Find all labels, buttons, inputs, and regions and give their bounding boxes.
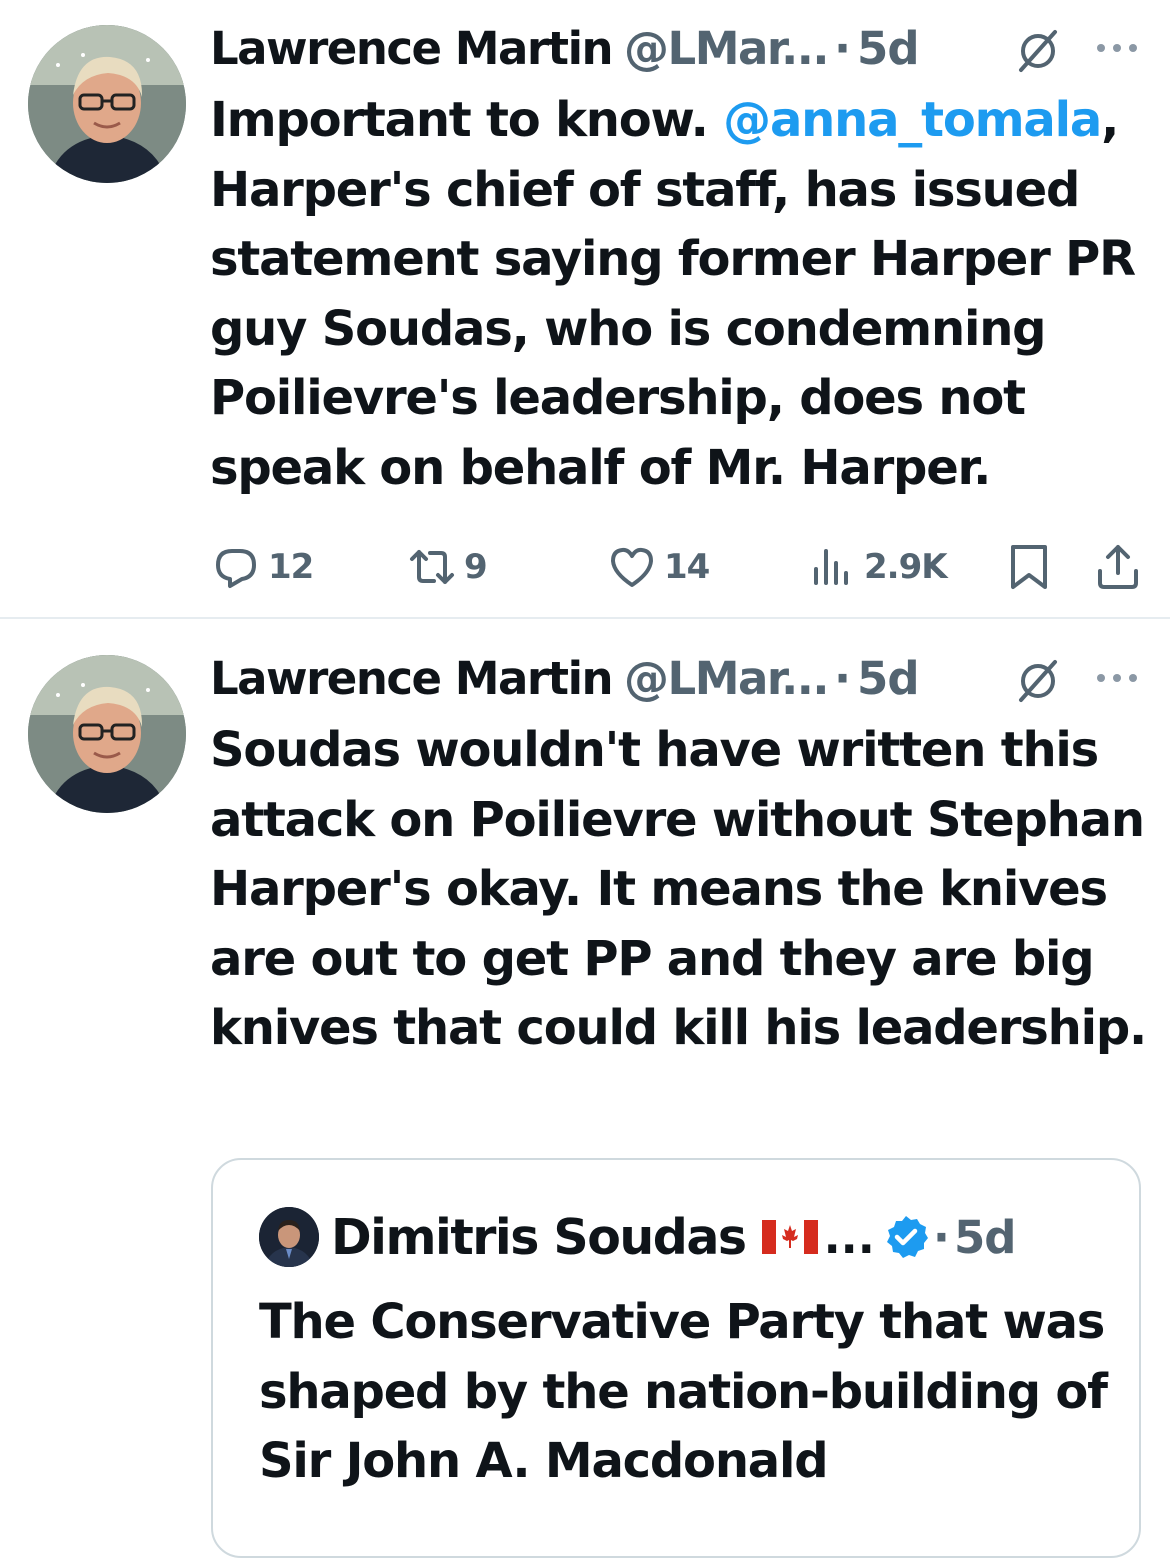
- author-handle[interactable]: @LMar...: [624, 22, 829, 75]
- repost-count: 9: [464, 547, 488, 587]
- tweet-actions: 12 9 14 2.9K: [0, 543, 1170, 599]
- grok-icon[interactable]: [1015, 658, 1061, 704]
- more-icon[interactable]: [1094, 670, 1140, 686]
- author-avatar[interactable]: [28, 655, 186, 813]
- more-icon[interactable]: [1094, 40, 1140, 56]
- share-button[interactable]: [1094, 543, 1142, 591]
- quoted-tweet[interactable]: Dimitris Soudas ... · 5d The Conservativ…: [211, 1158, 1141, 1558]
- like-count: 14: [664, 547, 710, 587]
- quoted-avatar-photo: [259, 1207, 319, 1267]
- reply-button[interactable]: 12: [212, 543, 314, 591]
- tweet-text-part: , Harper's chief of staff, has issued st…: [210, 92, 1136, 496]
- views-icon: [814, 549, 848, 585]
- quoted-header-separator: ·: [932, 1210, 950, 1264]
- quoted-name-ellipsis: ...: [823, 1210, 875, 1264]
- tweet-2[interactable]: Lawrence Martin @LMar... · 5d Soudas wou…: [0, 648, 1170, 1558]
- author-avatar[interactable]: [28, 25, 186, 183]
- tweet-text-part: Important to know.: [210, 92, 724, 148]
- bookmark-icon: [1011, 545, 1047, 589]
- share-icon: [1098, 545, 1138, 589]
- tweet-text: Soudas wouldn't have written this attack…: [210, 722, 1147, 1056]
- quoted-text: The Conservative Party that was shaped b…: [259, 1294, 1108, 1489]
- tweet-1[interactable]: Lawrence Martin @LMar... · 5d Important …: [0, 18, 1170, 618]
- quoted-author-avatar[interactable]: [259, 1207, 319, 1267]
- repost-icon: [410, 550, 454, 584]
- tweet-time[interactable]: 5d: [857, 22, 920, 75]
- reply-count: 12: [268, 547, 314, 587]
- author-name[interactable]: Lawrence Martin: [210, 652, 614, 705]
- header-separator: ·: [833, 651, 852, 705]
- author-handle[interactable]: @LMar...: [624, 652, 829, 705]
- canada-flag-icon: [761, 1220, 818, 1254]
- author-name[interactable]: Lawrence Martin: [210, 22, 614, 75]
- quoted-author-name[interactable]: Dimitris Soudas: [331, 1209, 747, 1266]
- bookmark-button[interactable]: [1005, 543, 1053, 591]
- tweet-divider: [0, 617, 1170, 619]
- avatar-photo: [28, 655, 186, 813]
- verified-icon: [886, 1216, 928, 1258]
- tweet-text: Important to know. @anna_tomala, Harper'…: [210, 86, 1150, 503]
- like-button[interactable]: 14: [608, 543, 710, 591]
- grok-icon[interactable]: [1015, 28, 1061, 74]
- quoted-header: Dimitris Soudas ... · 5d: [331, 1202, 1017, 1272]
- like-icon: [611, 547, 653, 587]
- views-count: 2.9K: [864, 547, 948, 587]
- repost-button[interactable]: 9: [408, 543, 488, 591]
- avatar-photo: [28, 25, 186, 183]
- quoted-time[interactable]: 5d: [954, 1211, 1017, 1264]
- header-separator: ·: [833, 21, 852, 75]
- tweet-time[interactable]: 5d: [857, 652, 920, 705]
- views-button[interactable]: 2.9K: [808, 543, 948, 591]
- reply-icon: [216, 549, 256, 588]
- mention-link[interactable]: @anna_tomala: [723, 92, 1102, 148]
